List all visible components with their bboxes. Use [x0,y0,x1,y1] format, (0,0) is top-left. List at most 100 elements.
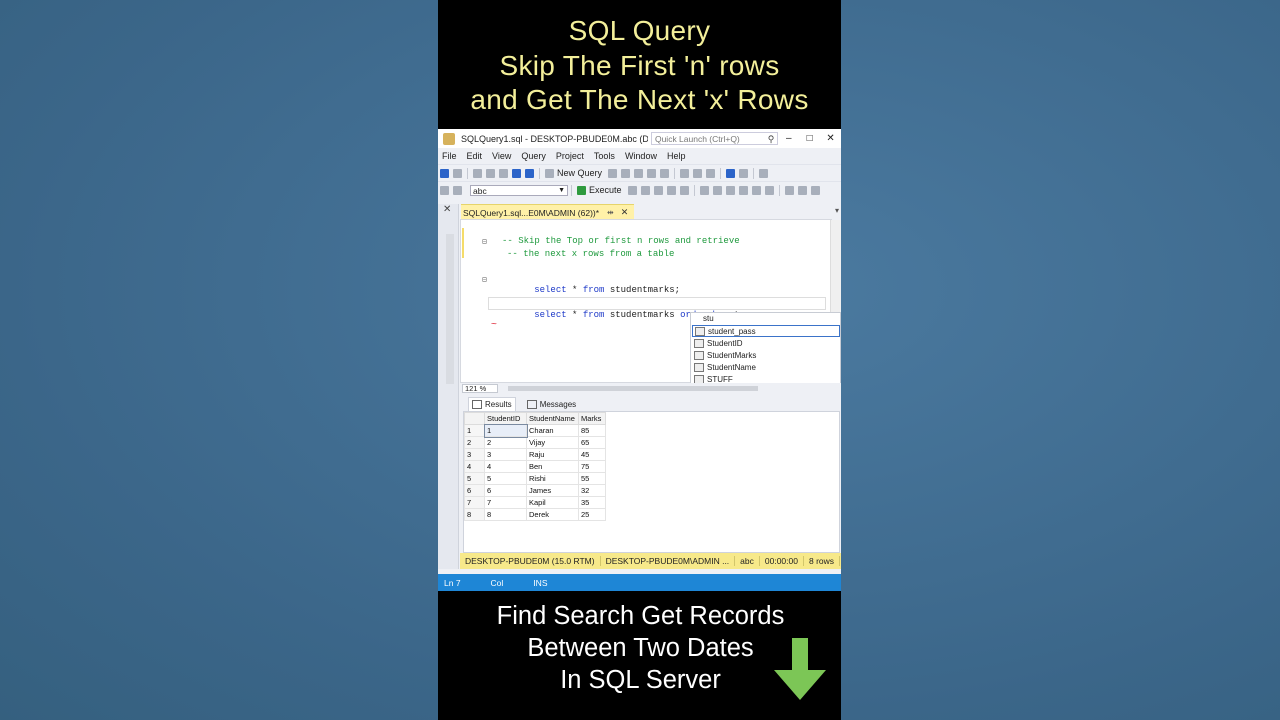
table-cell[interactable]: 55 [578,472,606,485]
tab-messages[interactable]: Messages [524,398,579,411]
indent-icon[interactable] [810,185,820,195]
close-button[interactable]: ✕ [820,133,841,144]
change-connection-icon[interactable] [453,185,462,195]
table-cell[interactable]: Charan [526,424,579,437]
close-panel-icon[interactable]: ✕ [443,204,451,215]
tab-sqlquery1[interactable]: SQLQuery1.sql...E0M\ADMIN (62))* ⇹ ✕ [461,204,634,220]
table-cell[interactable]: 25 [578,508,606,521]
solution-explorer-icon[interactable] [759,168,769,178]
undo-icon[interactable] [726,168,736,178]
tab-overflow-icon[interactable]: ▾ [835,206,839,215]
add-item-icon[interactable] [486,168,495,178]
client-stats-icon[interactable] [725,185,735,195]
table-cell[interactable]: Ben [526,460,579,473]
menu-tools[interactable]: Tools [594,151,615,161]
row-number[interactable]: 8 [464,508,485,521]
table-cell[interactable]: 2 [484,436,527,449]
table-cell[interactable]: 8 [484,508,527,521]
mdx-query-icon[interactable] [621,168,631,178]
results-to-file-icon[interactable] [764,185,774,195]
close-tab-icon[interactable]: ✕ [621,207,629,218]
table-cell[interactable]: 35 [578,496,606,509]
include-plan-icon[interactable] [699,185,709,195]
table-cell[interactable]: 32 [578,484,606,497]
database-select[interactable]: abc ▼ [470,184,568,196]
xmla-query-icon[interactable] [647,168,657,178]
menu-window[interactable]: Window [625,151,657,161]
table-cell[interactable]: 75 [578,460,606,473]
row-number[interactable]: 2 [464,436,485,449]
table-cell[interactable]: 3 [484,448,527,461]
dmx-query-icon[interactable] [634,168,644,178]
menu-project[interactable]: Project [556,151,584,161]
column-header[interactable]: Marks [578,412,606,425]
column-header[interactable]: StudentName [526,412,579,425]
table-cell[interactable]: 85 [578,424,606,437]
query-options-icon[interactable] [666,185,676,195]
menu-file[interactable]: File [442,151,457,161]
back-icon[interactable] [440,168,449,178]
horizontal-scrollbar[interactable] [508,386,758,391]
display-plan-icon[interactable] [653,185,663,195]
table-cell[interactable]: James [526,484,579,497]
row-number[interactable]: 1 [464,424,485,437]
intellisense-icon[interactable] [679,185,689,195]
table-cell[interactable]: 1 [483,423,528,438]
comment-icon[interactable] [784,185,794,195]
new-project-icon[interactable] [473,168,482,178]
execute-button[interactable]: Execute [589,185,622,195]
row-number[interactable]: 4 [464,460,485,473]
save-all-icon[interactable] [525,168,534,178]
intellisense-item[interactable]: student_pass [692,325,840,337]
intellisense-item[interactable]: StudentMarks [692,349,840,361]
menu-query[interactable]: Query [521,151,546,161]
connect-icon[interactable] [440,185,449,195]
minimize-button[interactable]: – [778,133,799,144]
live-stats-icon[interactable] [712,185,722,195]
row-number[interactable]: 6 [464,484,485,497]
dax-query-icon[interactable] [660,168,670,178]
menu-edit[interactable]: Edit [467,151,483,161]
table-cell[interactable]: 6 [484,484,527,497]
outer-scrollbar[interactable] [446,234,454,384]
table-cell[interactable]: Vijay [526,436,579,449]
table-cell[interactable]: Derek [526,508,579,521]
results-to-text-icon[interactable] [738,185,748,195]
forward-icon[interactable] [453,168,462,178]
save-icon[interactable] [512,168,521,178]
table-cell[interactable]: 45 [578,448,606,461]
table-cell[interactable]: Rishi [526,472,579,485]
uncomment-icon[interactable] [797,185,807,195]
db-engine-query-icon[interactable] [608,168,618,178]
table-cell[interactable]: 4 [484,460,527,473]
row-number[interactable]: 3 [464,448,485,461]
tab-results[interactable]: Results [468,397,516,411]
quick-launch-input[interactable]: Quick Launch (Ctrl+Q) ⚲ [650,132,779,145]
row-number[interactable]: 7 [464,496,485,509]
copy-icon[interactable] [693,168,703,178]
open-file-icon[interactable] [499,168,508,178]
collapse-icon[interactable]: ⊟ [482,275,487,285]
row-number[interactable]: 5 [464,472,485,485]
intellisense-item[interactable]: StudentName [692,361,840,373]
table-cell[interactable]: Raju [526,448,579,461]
new-query-button[interactable]: New Query [557,168,602,178]
zoom-select[interactable]: 121 % [462,384,498,393]
parse-icon[interactable] [640,185,650,195]
table-cell[interactable]: 7 [484,496,527,509]
table-cell[interactable]: Kapil [526,496,579,509]
maximize-button[interactable]: □ [799,133,820,144]
results-to-grid-icon[interactable] [751,185,761,195]
redo-icon[interactable] [739,168,749,178]
cut-icon[interactable] [680,168,690,178]
collapse-icon[interactable]: ⊟ [482,237,487,247]
table-cell[interactable]: 5 [484,472,527,485]
execute-icon[interactable] [577,185,586,195]
new-query-icon[interactable] [545,168,554,178]
table-cell[interactable]: 65 [578,436,606,449]
paste-icon[interactable] [706,168,716,178]
pin-icon[interactable]: ⇹ [607,208,614,217]
intellisense-item[interactable]: StudentID [692,337,840,349]
menu-view[interactable]: View [492,151,511,161]
column-header[interactable]: StudentID [484,412,527,425]
